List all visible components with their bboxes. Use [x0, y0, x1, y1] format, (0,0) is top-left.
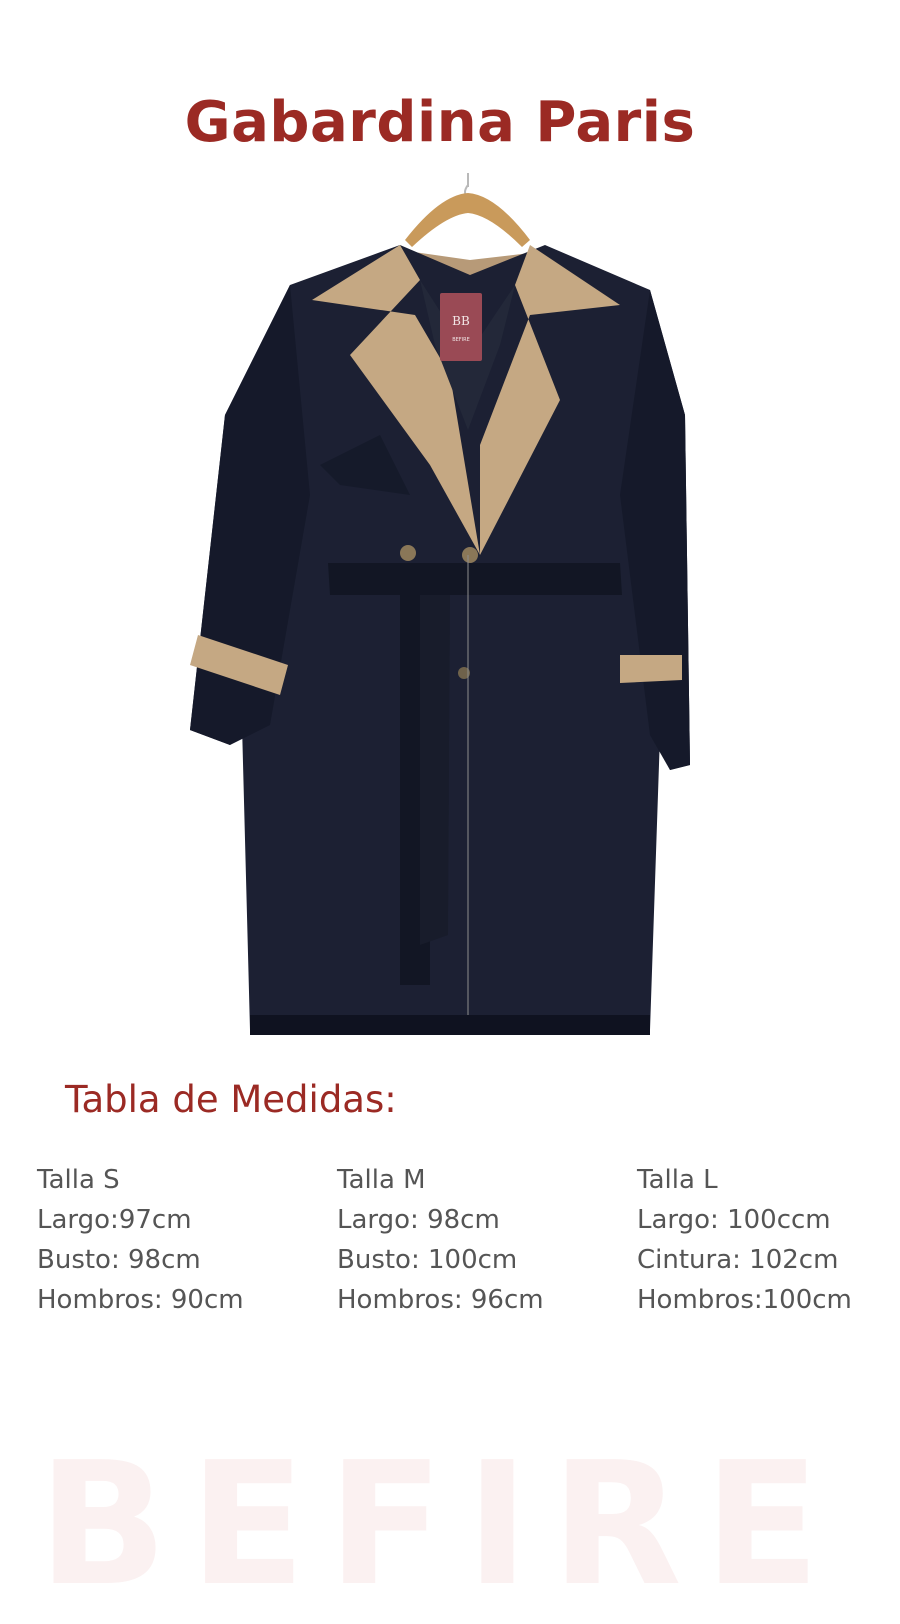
- measure-row: Hombros:100cm: [637, 1285, 852, 1315]
- measure-row: Largo: 100ccm: [637, 1205, 831, 1235]
- measure-row: Busto: 100cm: [337, 1245, 518, 1275]
- trench-coat-image: BB BEFIRE: [190, 173, 690, 1035]
- measure-row: Busto: 98cm: [37, 1245, 201, 1275]
- size-column-m: Talla M Largo: 98cm Busto: 100cm Hombros…: [337, 1160, 544, 1320]
- size-label: Talla S: [37, 1165, 120, 1195]
- measure-row: Hombros: 90cm: [37, 1285, 244, 1315]
- brand-watermark: BEFIRE: [37, 1426, 843, 1624]
- svg-text:BEFIRE: BEFIRE: [452, 337, 470, 343]
- measure-row: Largo: 98cm: [337, 1205, 500, 1235]
- size-column-s: Talla S Largo:97cm Busto: 98cm Hombros: …: [37, 1160, 244, 1320]
- size-label: Talla M: [337, 1165, 426, 1195]
- measure-row: Hombros: 96cm: [337, 1285, 544, 1315]
- product-title: Gabardina Paris: [184, 89, 696, 155]
- size-table-heading: Tabla de Medidas:: [65, 1078, 397, 1121]
- product-photo: BB BEFIRE: [150, 165, 750, 1060]
- measure-row: Largo:97cm: [37, 1205, 192, 1235]
- size-column-l: Talla L Largo: 100ccm Cintura: 102cm Hom…: [637, 1160, 852, 1320]
- measure-row: Cintura: 102cm: [637, 1245, 839, 1275]
- size-label: Talla L: [637, 1165, 718, 1195]
- svg-text:BB: BB: [452, 314, 470, 328]
